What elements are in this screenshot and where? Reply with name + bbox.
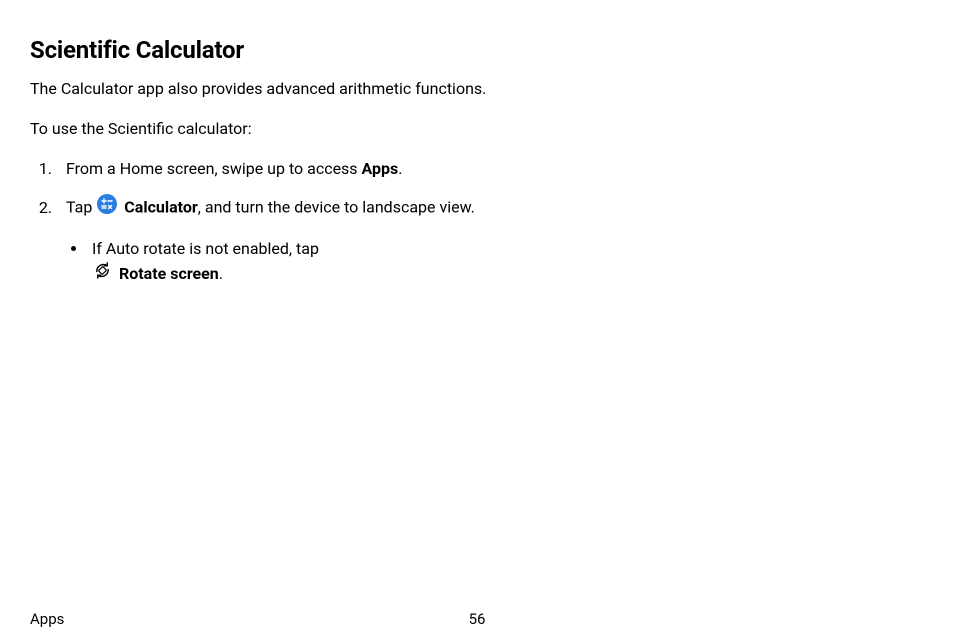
step-1-text-post: . bbox=[398, 159, 402, 178]
step-2-text-post: , and turn the device to landscape view. bbox=[198, 198, 475, 217]
intro-paragraph: The Calculator app also provides advance… bbox=[30, 78, 500, 100]
footer-section-label: Apps bbox=[30, 610, 64, 628]
step-2: Tap Calculator, and turn the device to l… bbox=[56, 195, 486, 289]
steps-list: From a Home screen, swipe up to access A… bbox=[36, 157, 924, 289]
substep-1-text-pre: If Auto rotate is not enabled, tap bbox=[92, 239, 319, 258]
rotate-screen-icon bbox=[93, 261, 112, 288]
section-heading: Scientific Calculator bbox=[30, 36, 924, 64]
substep-1-text-post: . bbox=[219, 264, 223, 283]
calculator-icon bbox=[97, 194, 117, 221]
step-2-text-pre: Tap bbox=[66, 198, 96, 217]
footer-page-number: 56 bbox=[469, 610, 486, 628]
step-2-bold: Calculator bbox=[124, 198, 197, 217]
substep-1-bold: Rotate screen bbox=[119, 264, 219, 283]
substeps-list: If Auto rotate is not enabled, tap Rotat… bbox=[66, 236, 486, 289]
lead-paragraph: To use the Scientific calculator: bbox=[30, 118, 924, 140]
step-1: From a Home screen, swipe up to access A… bbox=[56, 157, 486, 181]
step-1-bold: Apps bbox=[362, 159, 399, 178]
substep-1: If Auto rotate is not enabled, tap Rotat… bbox=[88, 236, 448, 289]
step-1-text-pre: From a Home screen, swipe up to access bbox=[66, 159, 362, 178]
